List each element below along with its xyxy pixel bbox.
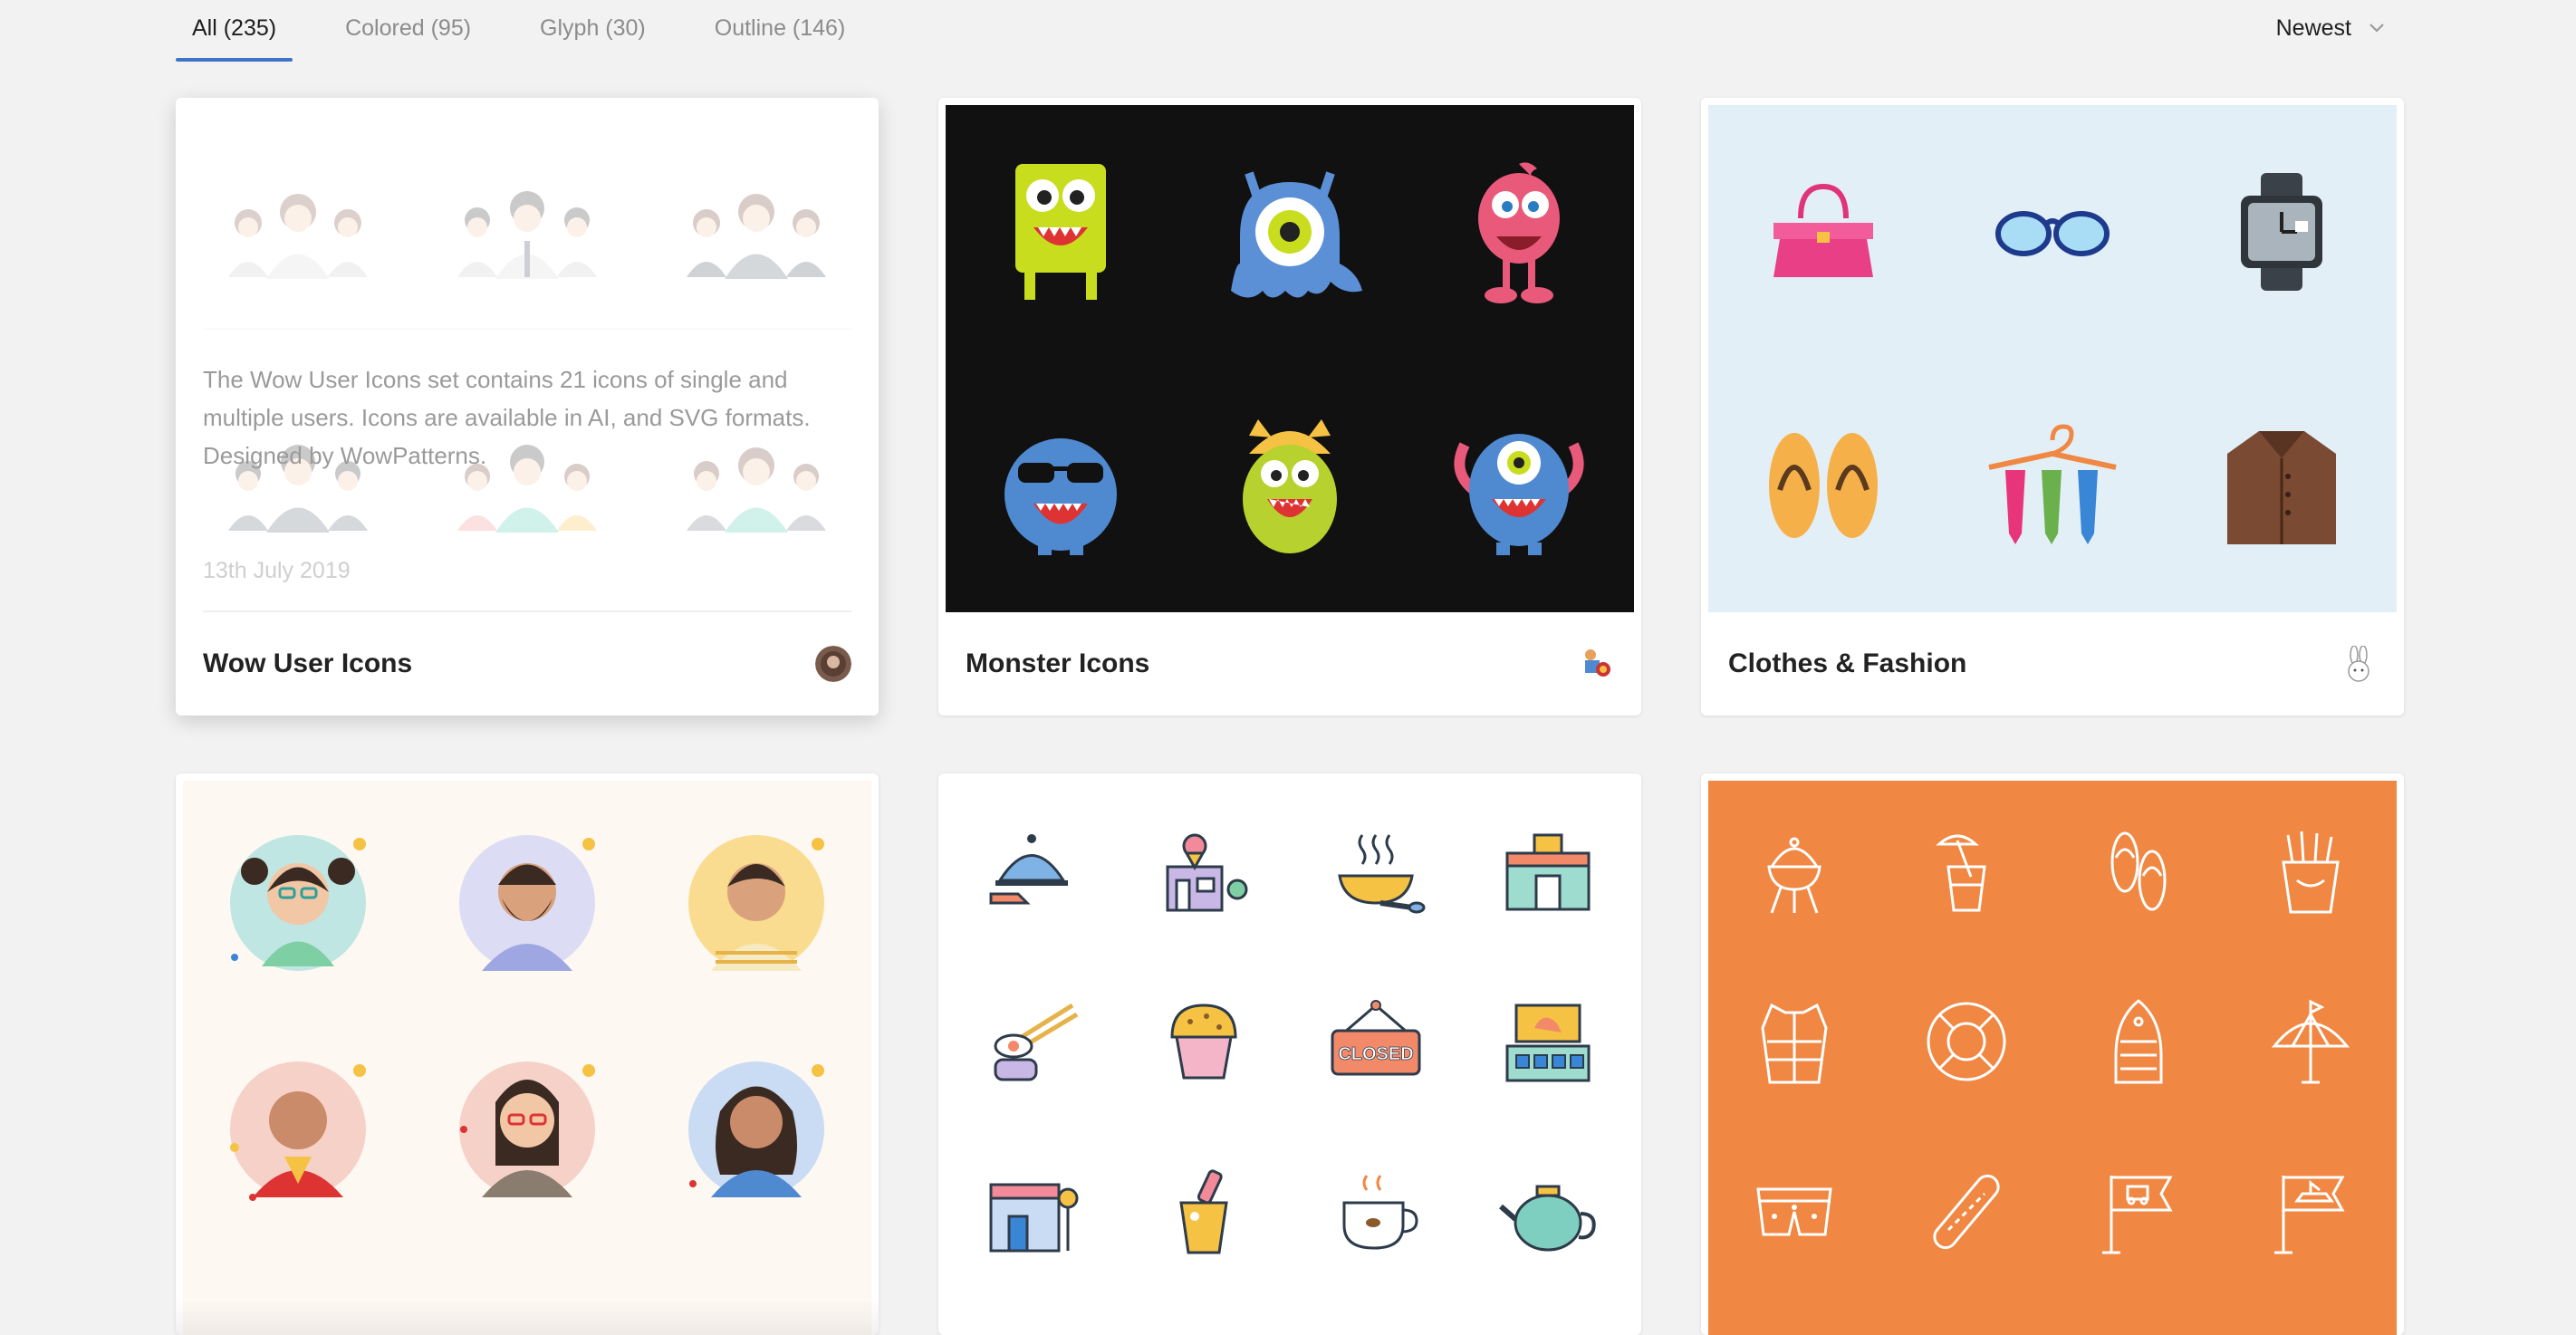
sort-dropdown[interactable]: Newest <box>2276 0 2386 56</box>
card-preview <box>946 105 1634 612</box>
tab-glyph[interactable]: Glyph (30) <box>524 0 662 62</box>
beach-umbrella-icon <box>2271 999 2350 1084</box>
teapot-icon <box>1499 1185 1596 1252</box>
candy-shop-icon <box>989 1183 1079 1253</box>
author-avatar[interactable] <box>1578 646 1614 682</box>
icon-set-card[interactable]: CLOSED <box>938 773 1641 1335</box>
monster-pink-icon <box>1478 162 1561 303</box>
monster-box-icon <box>1014 164 1106 300</box>
bbq-grill-icon <box>1767 837 1821 914</box>
jacket-icon <box>2227 431 2337 544</box>
boat-flag-icon <box>2274 1176 2345 1254</box>
beach-flag-icon <box>2102 1176 2173 1254</box>
cocktail-drink-icon <box>1179 1169 1228 1254</box>
icon-set-card[interactable]: Monster Icons <box>938 98 1641 716</box>
beach-drink-icon <box>1936 834 1986 912</box>
card-preview <box>1708 105 2397 612</box>
card-description: The Wow User Icons set contains 21 icons… <box>203 366 811 469</box>
tab-outline[interactable]: Outline (146) <box>698 0 862 62</box>
chevron-down-icon <box>2369 24 2384 33</box>
monster-sunglasses-icon <box>1004 438 1117 555</box>
sushi-chopsticks-icon <box>994 1003 1079 1081</box>
flip-flops-outline-icon <box>2110 831 2167 911</box>
handbag-icon <box>1773 183 1873 277</box>
surfboard-icon <box>1933 1174 2000 1250</box>
filter-tabs: All (235) Colored (95) Glyph (30) Outlin… <box>176 0 898 62</box>
shop-front-icon <box>1505 833 1591 911</box>
tab-colored[interactable]: Colored (95) <box>329 0 487 62</box>
filter-bar: All (235) Colored (95) Glyph (30) Outlin… <box>176 0 2386 62</box>
avatar-woman-glasses-icon <box>458 1061 595 1197</box>
card-preview: CLOSED <box>946 781 1634 1335</box>
card-date: 13th July 2019 <box>203 558 351 583</box>
card-footer: Wow User Icons <box>176 612 879 716</box>
card-title[interactable]: Clothes & Fashion <box>1728 612 1966 716</box>
icon-set-card[interactable] <box>176 773 879 1335</box>
avatar-curly-hair-icon <box>688 1061 825 1197</box>
soup-bowl-icon <box>1338 834 1426 914</box>
card-title[interactable]: Monster Icons <box>966 612 1149 716</box>
ice-cream-shop-icon <box>1166 833 1248 912</box>
icon-set-card[interactable]: The Wow User Icons set contains 21 icons… <box>176 98 879 716</box>
monster-cyclops-icon <box>1230 171 1362 298</box>
ties-on-hanger-icon <box>1988 424 2117 544</box>
fries-icon <box>2282 831 2340 914</box>
closed-sign-text: CLOSED <box>1338 1044 1413 1064</box>
icon-set-card[interactable] <box>1701 773 2404 1335</box>
life-vest-icon <box>1761 1003 1828 1084</box>
monster-horned-icon <box>1242 419 1337 553</box>
sunglasses-icon <box>1994 211 2110 256</box>
avatar-bald-man-icon <box>229 1061 366 1201</box>
card-preview <box>183 781 871 1335</box>
swim-shorts-icon <box>1756 1187 1832 1236</box>
avatar-girl-pigtails-icon <box>229 835 366 971</box>
cloche-serving-icon <box>989 834 1068 905</box>
icon-set-card[interactable]: Clothes & Fashion <box>1701 98 2404 716</box>
food-truck-icon <box>1505 1004 1591 1082</box>
wristwatch-icon <box>2241 173 2323 291</box>
bottom-fade <box>176 1299 879 1335</box>
avatar-young-man-icon <box>688 835 825 971</box>
coffee-cup-icon <box>1342 1175 1418 1250</box>
closed-sign-icon: CLOSED <box>1331 1000 1421 1076</box>
card-footer: Monster Icons <box>938 612 1641 716</box>
boat-top-view-icon <box>2114 999 2163 1084</box>
author-avatar[interactable] <box>2341 646 2377 682</box>
flip-flops-icon <box>1768 433 1878 538</box>
author-avatar[interactable] <box>815 646 851 682</box>
life-ring-icon <box>1927 1002 2006 1081</box>
avatar-bearded-man-icon <box>458 835 595 971</box>
card-title[interactable]: Wow User Icons <box>203 612 412 716</box>
monster-eye-horns-icon <box>1454 434 1584 555</box>
tab-all[interactable]: All (235) <box>176 0 293 62</box>
card-preview <box>1708 781 2397 1335</box>
sort-label: Newest <box>2275 15 2351 41</box>
cupcake-icon <box>1170 1004 1237 1080</box>
card-hover-overlay: The Wow User Icons set contains 21 icons… <box>176 98 879 612</box>
card-footer: Clothes & Fashion <box>1701 612 2404 716</box>
